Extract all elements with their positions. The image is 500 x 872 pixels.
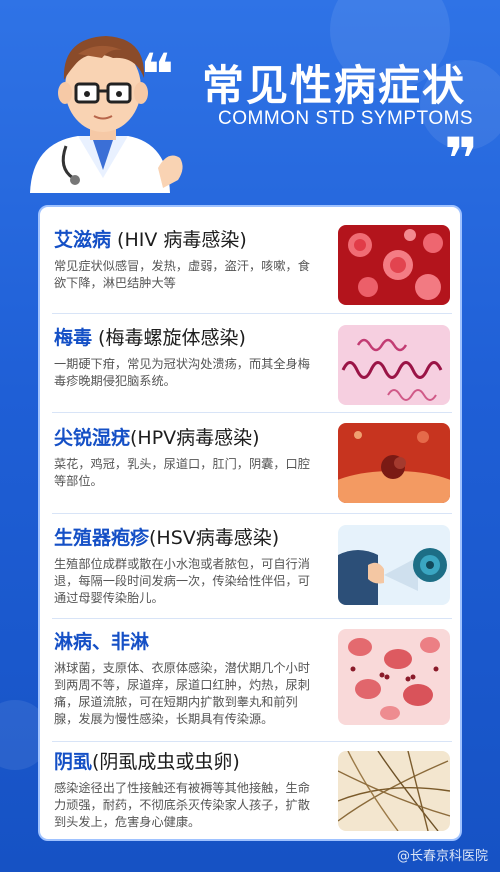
spirochete-image <box>338 325 450 405</box>
item-title-main: 淋病、非淋 <box>54 631 150 653</box>
item-title-main: 尖锐湿疣 <box>54 427 131 449</box>
item-title-main: 生殖器疱疹 <box>54 527 150 549</box>
hpv-image <box>338 423 450 503</box>
list-item: 淋病、非淋 淋球菌，支原体、衣原体感染，潜伏期几个小时到两周不等，尿道痒，尿道口… <box>54 627 450 747</box>
item-title-sub: (阴虱成虫或虫卵) <box>92 751 240 773</box>
close-quote-icon: ❞ <box>443 125 478 193</box>
list-item: 阴虱(阴虱成虫或虫卵) 感染途径出了性接触还有被褥等其他接触，生命力顽强，耐药，… <box>54 747 450 837</box>
item-description: 菜花，鸡冠，乳头，尿道口，肛门，阴囊，口腔等部位。 <box>54 457 310 488</box>
item-title-main: 艾滋病 <box>54 229 112 251</box>
divider <box>52 412 452 413</box>
list-item: 艾滋病 (HIV 病毒感染) 常见症状似感冒，发热，虚弱，盗汗，咳嗽，食欲下降，… <box>54 225 450 315</box>
item-title-sub: (HPV病毒感染) <box>130 427 260 449</box>
item-title-main: 梅毒 <box>54 327 93 349</box>
item-description: 生殖部位成群或散在小水泡或者脓包，可自行消退，每隔一段时间发病一次，传染给性伴侣… <box>54 557 310 605</box>
page-title: 常见性病症状 <box>202 61 467 110</box>
list-item: 尖锐湿疣(HPV病毒感染) 菜花，鸡冠，乳头，尿道口，肛门，阴囊，口腔等部位。 <box>54 423 450 513</box>
watermark: @长春京科医院 <box>396 849 488 864</box>
gonococcus-image <box>338 629 450 725</box>
page-subtitle: COMMON STD SYMPTOMS <box>218 108 474 129</box>
item-description: 淋球菌，支原体、衣原体感染，潜伏期几个小时到两周不等，尿道痒，尿道口红肿，灼热，… <box>54 661 310 726</box>
item-title-sub: (HIV 病毒感染) <box>111 229 247 251</box>
item-title-sub: (梅毒螺旋体感染) <box>92 327 246 349</box>
divider <box>52 313 452 314</box>
open-quote-icon: ❝ <box>140 41 175 109</box>
item-title-sub: (HSV病毒感染) <box>149 527 280 549</box>
list-item: 梅毒 (梅毒螺旋体感染) 一期硬下疳，常见为冠状沟处溃疡，而其全身梅毒疹晚期侵犯… <box>54 323 450 413</box>
divider <box>52 513 452 514</box>
item-description: 常见症状似感冒，发热，虚弱，盗汗，咳嗽，食欲下降，淋巴结肿大等 <box>54 259 310 290</box>
divider <box>52 618 452 619</box>
divider <box>52 741 452 742</box>
lice-image <box>338 751 450 831</box>
item-description: 一期硬下疳，常见为冠状沟处溃疡，而其全身梅毒疹晚期侵犯脑系统。 <box>54 357 310 388</box>
item-description: 感染途径出了性接触还有被褥等其他接触，生命力顽强，耐药，不彻底杀灭传染家人孩子，… <box>54 781 310 829</box>
symptoms-card: 艾滋病 (HIV 病毒感染) 常见症状似感冒，发热，虚弱，盗汗，咳嗽，食欲下降，… <box>38 205 462 841</box>
list-item: 生殖器疱疹(HSV病毒感染) 生殖部位成群或散在小水泡或者脓包，可自行消退，每隔… <box>54 523 450 619</box>
hsv-image <box>338 525 450 605</box>
item-title-main: 阴虱 <box>54 751 93 773</box>
virus-image <box>338 225 450 305</box>
